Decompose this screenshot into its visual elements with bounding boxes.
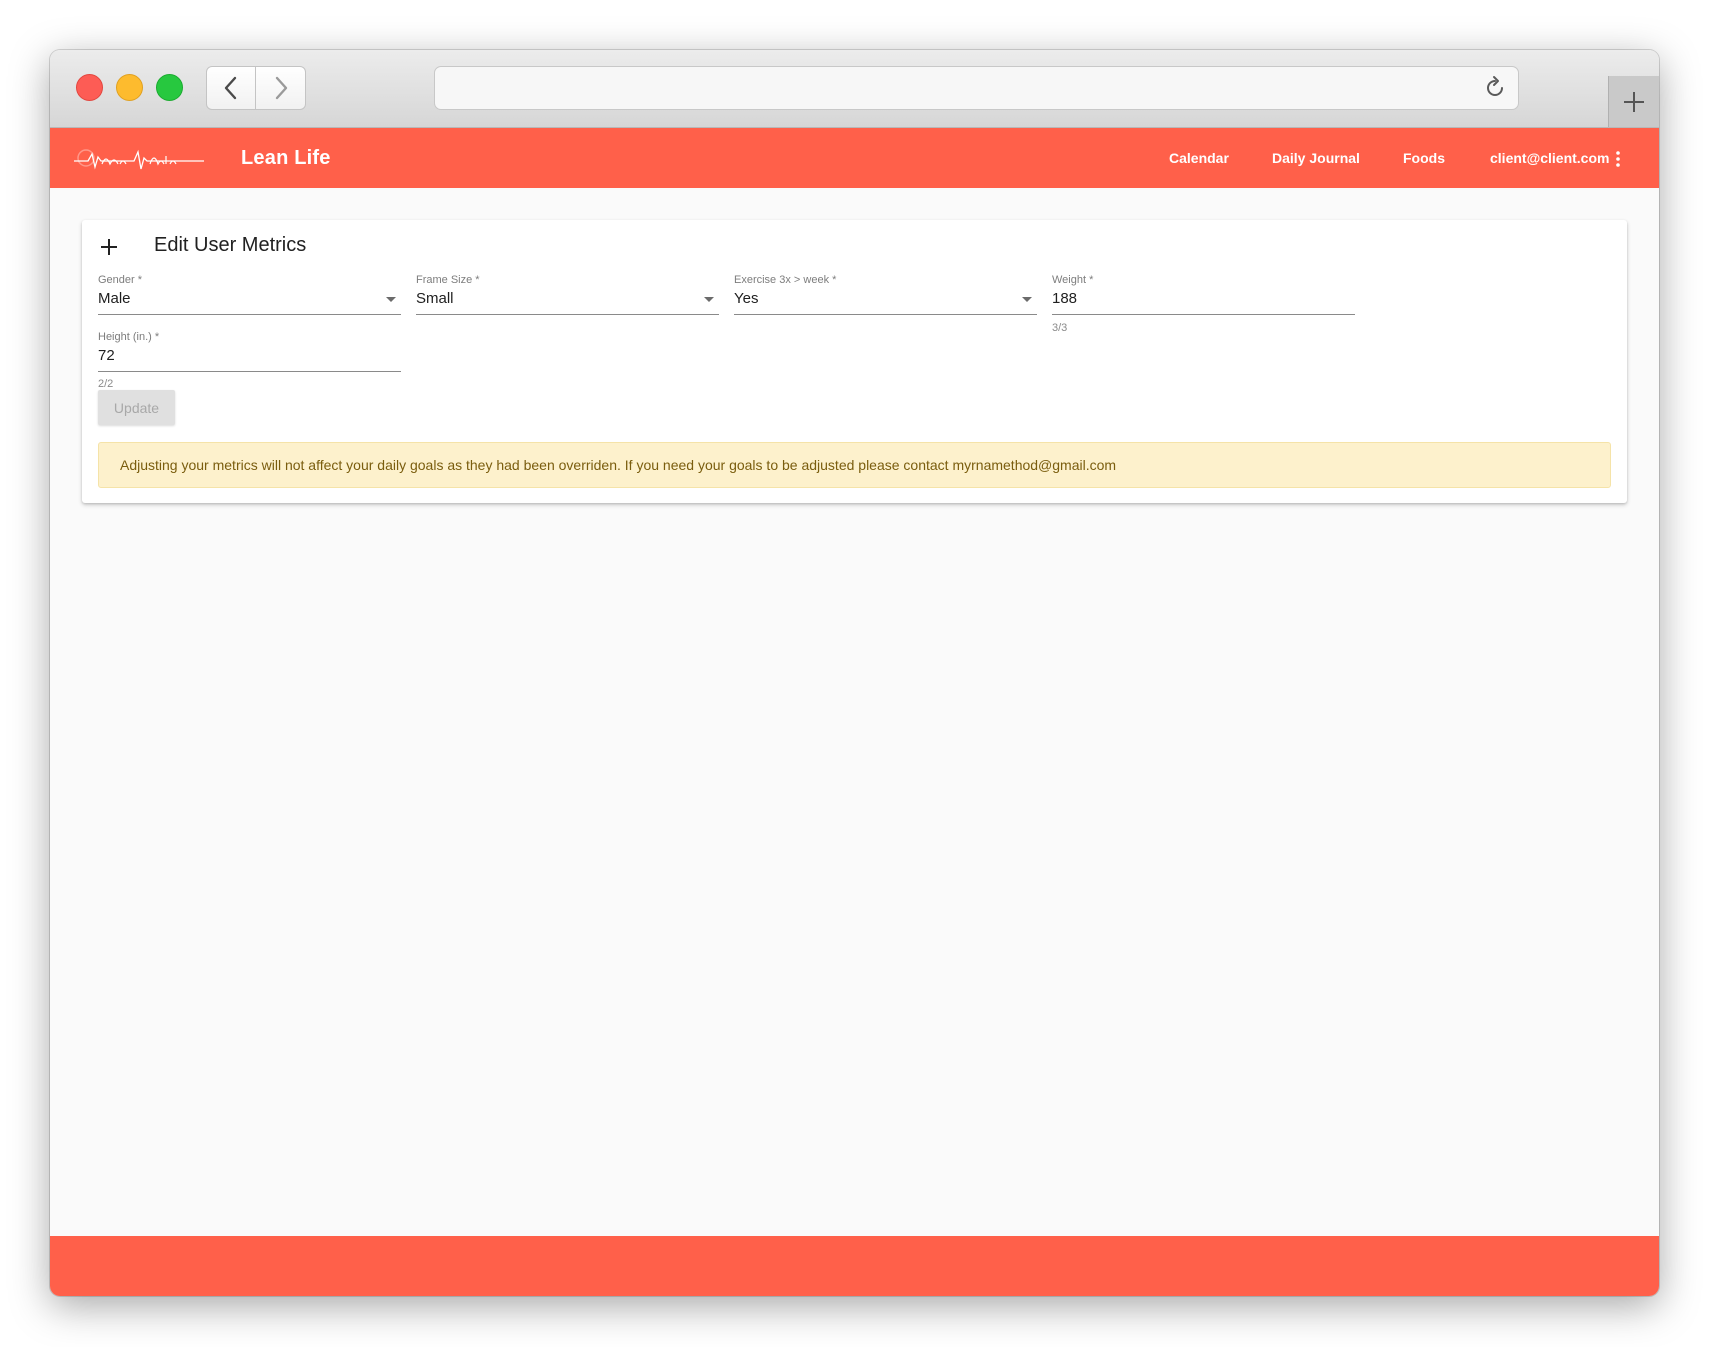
nav-calendar-link[interactable]: Calendar: [1169, 128, 1229, 188]
dropdown-arrow-icon[interactable]: [386, 297, 396, 302]
app-header: Lean Life Calendar Daily Journal Foods c…: [50, 128, 1659, 188]
browser-toolbar: [50, 50, 1659, 128]
browser-window: Lean Life Calendar Daily Journal Foods c…: [50, 50, 1659, 1296]
user-menu-email[interactable]: client@client.com: [1490, 128, 1609, 188]
minimize-window-button[interactable]: [116, 74, 143, 101]
field-underline: [98, 371, 401, 372]
field-underline: [1052, 314, 1355, 315]
back-button[interactable]: [206, 66, 256, 110]
dropdown-arrow-icon[interactable]: [1022, 297, 1032, 302]
exercise-value[interactable]: Yes: [734, 290, 758, 307]
height-value[interactable]: 72: [98, 347, 115, 364]
nav-daily-journal-link[interactable]: Daily Journal: [1272, 128, 1360, 188]
address-bar[interactable]: [434, 66, 1519, 110]
field-underline: [416, 314, 719, 315]
new-tab-button[interactable]: [1608, 76, 1659, 127]
reload-icon: [1487, 76, 1503, 96]
plus-icon[interactable]: [98, 236, 120, 258]
kebab-menu-icon[interactable]: [1615, 150, 1621, 168]
myrna-method-logo: [74, 149, 204, 170]
update-button[interactable]: Update: [98, 390, 175, 425]
nav-foods-link[interactable]: Foods: [1403, 128, 1445, 188]
close-window-button[interactable]: [76, 74, 103, 101]
weight-char-counter: 3/3: [1052, 322, 1068, 334]
gender-value[interactable]: Male: [98, 290, 131, 307]
chevron-left-icon: [224, 76, 237, 100]
frame-size-value[interactable]: Small: [416, 290, 454, 307]
app-footer: [50, 1236, 1659, 1296]
edit-user-metrics-card: Edit User Metrics Gender * Male Frame Si…: [82, 220, 1627, 503]
height-label: Height (in.) *: [98, 331, 160, 343]
weight-value[interactable]: 188: [1052, 290, 1077, 307]
card-title: Edit User Metrics: [154, 234, 307, 256]
weight-label: Weight *: [1052, 274, 1094, 286]
chevron-right-icon: [275, 76, 287, 100]
forward-button[interactable]: [256, 66, 306, 110]
warning-alert: Adjusting your metrics will not affect y…: [98, 442, 1611, 488]
gender-label: Gender *: [98, 274, 143, 286]
app-title: Lean Life: [241, 147, 331, 169]
field-underline: [98, 314, 401, 315]
field-underline: [734, 314, 1037, 315]
reload-button[interactable]: [1482, 75, 1508, 101]
dropdown-arrow-icon[interactable]: [704, 297, 714, 302]
exercise-label: Exercise 3x > week *: [734, 274, 837, 286]
frame-size-label: Frame Size *: [416, 274, 480, 286]
zoom-window-button[interactable]: [156, 74, 183, 101]
height-char-counter: 2/2: [98, 378, 114, 390]
plus-icon: [1624, 91, 1644, 112]
